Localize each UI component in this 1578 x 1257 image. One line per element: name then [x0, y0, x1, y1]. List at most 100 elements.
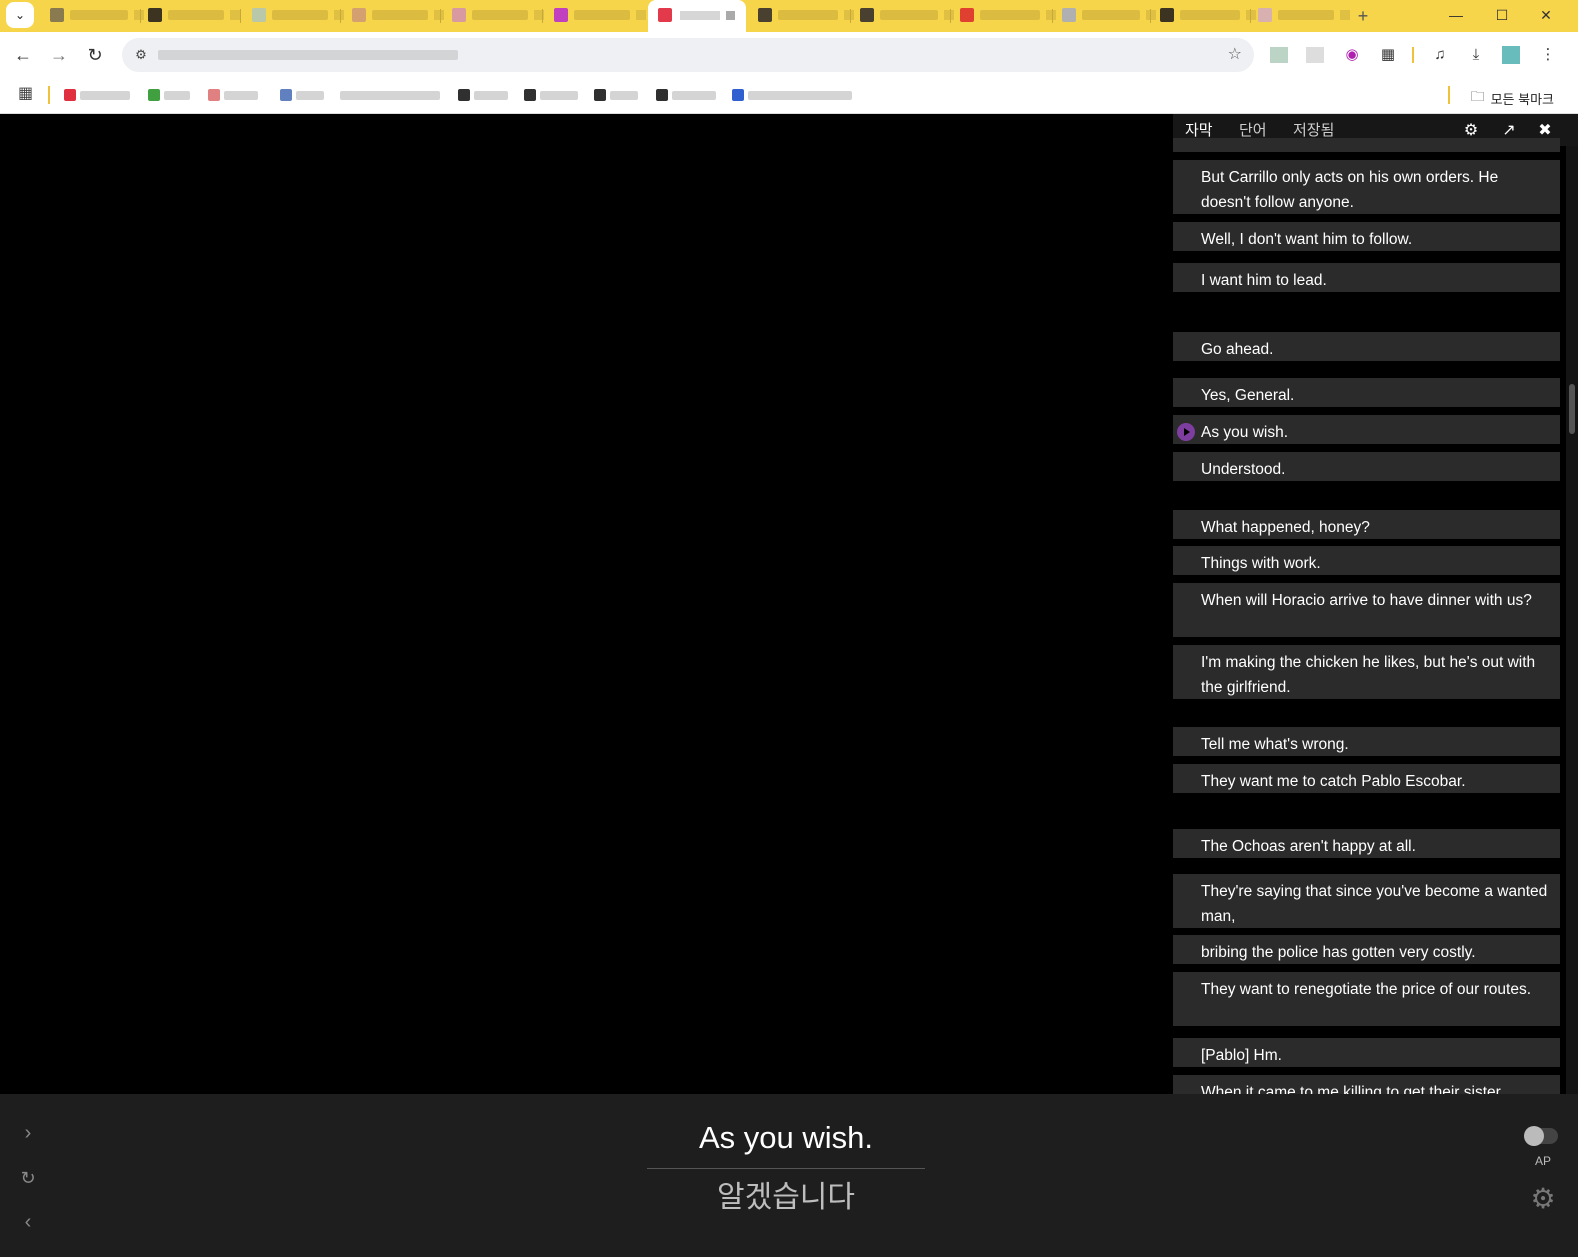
- browser-tab[interactable]: [148, 4, 240, 26]
- tab-favicon-icon: [50, 8, 64, 22]
- close-tab-icon[interactable]: [944, 10, 954, 20]
- browser-tab[interactable]: [554, 4, 646, 26]
- video-player[interactable]: [0, 114, 1173, 1094]
- browser-tab[interactable]: [1258, 4, 1350, 26]
- subtitle-row[interactable]: What happened, honey?: [1173, 510, 1560, 539]
- bookmark-item[interactable]: [208, 88, 258, 102]
- close-tab-icon[interactable]: [636, 10, 646, 20]
- close-tab-icon[interactable]: [844, 10, 854, 20]
- tab-favicon-icon: [1160, 8, 1174, 22]
- repeat-subtitle-button[interactable]: ↻: [16, 1166, 40, 1190]
- subtitle-row[interactable]: Well, I don't want him to follow.: [1173, 222, 1560, 251]
- previous-subtitle-button[interactable]: ‹: [16, 1210, 40, 1234]
- scroll-thumb[interactable]: [1569, 384, 1575, 434]
- close-tab-icon[interactable]: [1146, 10, 1156, 20]
- subtitle-row[interactable]: bribing the police has gotten very costl…: [1173, 935, 1560, 964]
- puzzle-icon[interactable]: ▦: [1378, 45, 1398, 65]
- subtitle-row[interactable]: Tell me what's wrong.: [1173, 727, 1560, 756]
- back-button[interactable]: ←: [8, 40, 38, 70]
- bookmark-item[interactable]: [524, 88, 578, 102]
- subtitle-row[interactable]: Go ahead.: [1173, 332, 1560, 361]
- close-tab-icon[interactable]: [230, 10, 240, 20]
- bookmark-item[interactable]: [458, 88, 508, 102]
- browser-tab[interactable]: [352, 4, 444, 26]
- new-tab-button[interactable]: +: [1352, 5, 1374, 27]
- tune-icon[interactable]: ⚙: [130, 44, 152, 66]
- subtitle-row[interactable]: When will Horacio arrive to have dinner …: [1173, 583, 1560, 637]
- close-tab-icon[interactable]: [1046, 10, 1056, 20]
- subtitle-row[interactable]: [Pablo] Hm.: [1173, 1038, 1560, 1067]
- subtitle-row[interactable]: I'm making the chicken he likes, but he'…: [1173, 645, 1560, 699]
- all-bookmarks-button[interactable]: 🗀 모든 북마크: [1471, 86, 1554, 110]
- subtitle-row[interactable]: They're saying that since you've become …: [1173, 874, 1560, 928]
- subtitle-row[interactable]: Things with work.: [1173, 546, 1560, 575]
- extension-icon[interactable]: [1306, 47, 1324, 63]
- subtitle-text: As you wish.: [1201, 424, 1289, 441]
- repeat-icon: ↻: [20, 1168, 36, 1188]
- download-icon[interactable]: ⤓: [1466, 45, 1486, 65]
- subtitle-text: When it came to me killing to get their …: [1201, 1084, 1501, 1094]
- subtitle-row[interactable]: When it came to me killing to get their …: [1173, 1075, 1560, 1094]
- bookmark-item[interactable]: [280, 88, 324, 102]
- browser-tab[interactable]: [1062, 4, 1156, 26]
- play-icon[interactable]: [1177, 423, 1195, 441]
- extension-badge-icon[interactable]: ◉: [1342, 45, 1362, 65]
- apps-grid-icon[interactable]: ▦: [18, 85, 33, 102]
- forward-button[interactable]: →: [44, 40, 74, 70]
- profile-avatar[interactable]: [1502, 46, 1520, 64]
- browser-tab[interactable]: [50, 4, 144, 26]
- subtitle-text: Yes, General.: [1201, 387, 1295, 404]
- subtitle-row[interactable]: They want me to catch Pablo Escobar.: [1173, 764, 1560, 793]
- subtitle-row[interactable]: They want to renegotiate the price of ou…: [1173, 972, 1560, 1026]
- reload-button[interactable]: ↻: [80, 40, 110, 70]
- browser-tab[interactable]: [252, 4, 344, 26]
- arrow-left-icon: ←: [14, 45, 32, 65]
- minimize-button[interactable]: —: [1434, 0, 1478, 30]
- subtitle-row[interactable]: Understood.: [1173, 452, 1560, 481]
- subtitle-row[interactable]: But Carrillo only acts on his own orders…: [1173, 160, 1560, 214]
- bookmark-item[interactable]: [340, 88, 440, 102]
- autoplay-toggle[interactable]: [1524, 1126, 1558, 1146]
- subtitle-text: What happened, honey?: [1201, 519, 1370, 536]
- bookmark-item[interactable]: [732, 88, 852, 102]
- translated-subtitle[interactable]: 알겠습니다: [647, 1178, 925, 1218]
- tab-favicon-icon: [252, 8, 266, 22]
- close-tab-icon[interactable]: [1340, 10, 1350, 20]
- browser-tab[interactable]: [758, 4, 854, 26]
- browser-toolbar: ← → ↻ ⚙ ☆ ◉ ▦ ♫ ⤓ ⋮: [0, 32, 1578, 78]
- star-icon[interactable]: ☆: [1228, 44, 1242, 66]
- tab-search-button[interactable]: ⌄: [6, 2, 34, 28]
- close-tab-icon[interactable]: [726, 11, 735, 20]
- tab-favicon-icon: [860, 8, 874, 22]
- settings-button[interactable]: ⚙: [1526, 1182, 1560, 1216]
- bookmark-item[interactable]: [148, 88, 190, 102]
- browser-tab[interactable]: [860, 4, 954, 26]
- media-queue-icon[interactable]: ♫: [1430, 45, 1450, 65]
- close-window-button[interactable]: ✕: [1524, 0, 1568, 30]
- extension-icon[interactable]: [1270, 47, 1288, 63]
- next-subtitle-button[interactable]: ›: [16, 1121, 40, 1145]
- browser-tab[interactable]: [960, 4, 1056, 26]
- current-subtitle[interactable]: As you wish.: [647, 1118, 925, 1158]
- tab-favicon-icon: [352, 8, 366, 22]
- close-tab-icon[interactable]: [434, 10, 444, 20]
- subtitle-row[interactable]: Yes, General.: [1173, 378, 1560, 407]
- close-tab-icon[interactable]: [134, 10, 144, 20]
- sidebar-scrollbar[interactable]: [1566, 146, 1578, 1094]
- subtitle-row[interactable]: I want him to lead.: [1173, 263, 1560, 292]
- close-tab-icon[interactable]: [334, 10, 344, 20]
- bookmark-item[interactable]: [656, 88, 716, 102]
- bookmark-item[interactable]: [594, 88, 638, 102]
- browser-tab-active[interactable]: [648, 0, 746, 36]
- subtitle-row-active[interactable]: As you wish.: [1173, 415, 1560, 444]
- browser-tab[interactable]: [452, 4, 544, 26]
- subtitle-text: bribing the police has gotten very costl…: [1201, 944, 1476, 961]
- browser-tab[interactable]: [1160, 4, 1256, 26]
- maximize-button[interactable]: ☐: [1480, 0, 1524, 30]
- bookmark-item[interactable]: [64, 88, 130, 102]
- close-tab-icon[interactable]: [1246, 10, 1256, 20]
- subtitle-row[interactable]: The Ochoas aren't happy at all.: [1173, 829, 1560, 858]
- kebab-menu-icon[interactable]: ⋮: [1538, 45, 1558, 65]
- list-item[interactable]: [1173, 138, 1560, 152]
- address-bar[interactable]: ⚙ ☆: [122, 38, 1254, 72]
